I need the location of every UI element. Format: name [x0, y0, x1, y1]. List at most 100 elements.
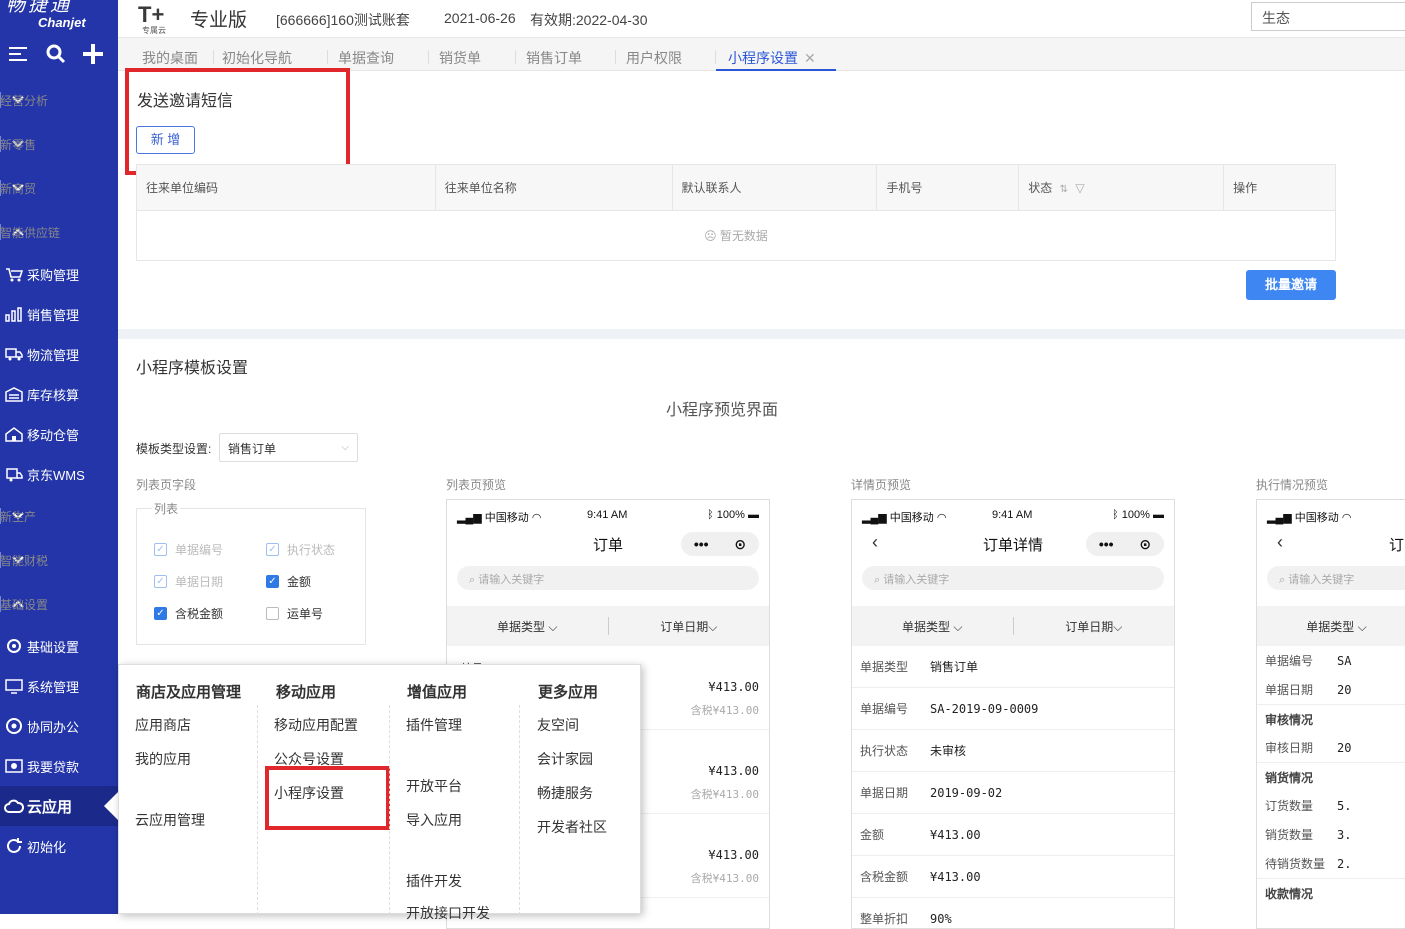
sidebar-item-collab[interactable]: 协同办公: [0, 706, 118, 746]
battery: ᛒ 100% ▬: [1112, 509, 1164, 521]
tab-doc-query[interactable]: 单据查询: [338, 48, 394, 68]
field-doc-no[interactable]: ✓ 单据编号: [154, 541, 223, 558]
sidebar-item-logistics[interactable]: 物流管理: [0, 334, 118, 374]
field-tax-amount[interactable]: ✓ 含税金额: [154, 605, 223, 622]
phone-filters: 单据类型 ⌵ 订单日期⌵: [447, 606, 769, 646]
phone-navbar: ‹ 订单详情 ••• ⊙: [852, 530, 1174, 558]
phone-navbar: 订单 ••• ⊙: [447, 530, 769, 558]
detail-row: 单据编号 SA-2019-09-0009: [852, 688, 1174, 730]
tab-miniprogram[interactable]: 小程序设置 ✕: [716, 48, 836, 71]
add-icon[interactable]: [83, 43, 104, 69]
close-icon[interactable]: ✕: [804, 50, 816, 66]
sidebar-group-production[interactable]: 新生产: [0, 494, 118, 538]
empty-cell: ☹ 暂无数据: [136, 210, 1336, 261]
battery-label: 100%: [1121, 509, 1150, 521]
invite-table: 往来单位编码 往来单位名称 默认联系人 手机号 状态 ⇅ ▽ 操作 ☹ 暂无数据: [136, 164, 1336, 261]
sidebar-item-cloud-app[interactable]: 云应用: [0, 786, 118, 826]
col-status[interactable]: 状态 ⇅ ▽: [1018, 164, 1225, 211]
menu-item-dev-community[interactable]: 开发者社区: [537, 817, 607, 837]
item-tax: 含税¥413.00: [690, 872, 759, 885]
sidebar-group-xinshangmao[interactable]: 新商贸: [0, 166, 118, 210]
list-group-label: 列表: [152, 500, 181, 517]
truck-icon: [0, 346, 27, 362]
tab-bar: 我的桌面 初始化导航 单据查询 销货单 销售订单 用户权限 小程序设置 ✕: [118, 38, 1405, 71]
menu-item-accounting-home[interactable]: 会计家园: [537, 749, 593, 769]
sidebar-item-jdwms[interactable]: 京东WMS: [0, 454, 118, 494]
sidebar-group-label: 新零售: [0, 137, 37, 152]
menu-item-open-api-dev[interactable]: 开放接口开发: [406, 903, 490, 923]
sidebar-group-label: 新商贸: [0, 181, 37, 196]
popup-col-title: 商店及应用管理: [136, 684, 242, 701]
account-label[interactable]: [666666]160测试账套: [276, 10, 410, 30]
menu-icon[interactable]: [8, 46, 29, 67]
wifi-icon: ◠: [1341, 512, 1352, 524]
sort-icon[interactable]: ⇅: [1060, 184, 1068, 195]
sidebar-item-purchase[interactable]: 采购管理: [0, 254, 118, 294]
row-key: 金额: [860, 828, 885, 842]
sidebar-item-label: 物流管理: [27, 347, 80, 363]
divider: [213, 50, 214, 64]
row-key: 单据类型: [860, 660, 909, 674]
header-search-input[interactable]: 生态: [1251, 2, 1405, 31]
field-exec-status[interactable]: ✓ 执行状态: [266, 541, 335, 558]
sidebar-group-xinlingshou[interactable]: 新零售: [0, 122, 118, 166]
menu-item-my-apps[interactable]: 我的应用: [135, 749, 191, 769]
batch-invite-button[interactable]: 批量邀请: [1246, 270, 1336, 300]
sidebar-group-jingying[interactable]: 经营分析: [0, 78, 118, 122]
checkbox[interactable]: ✓: [154, 543, 167, 556]
exec-row: 订货数量 5.: [1257, 791, 1405, 820]
tab-label: 小程序设置: [728, 50, 798, 66]
phone-search-placeholder: 请输入关键字: [883, 574, 950, 586]
checkbox[interactable]: ✓: [154, 575, 167, 588]
sidebar-item-label: 云应用: [27, 798, 73, 816]
exec-group: 审核情况: [1257, 704, 1405, 733]
field-label: 单据日期: [175, 575, 224, 589]
menu-item-mobile-config[interactable]: 移动应用配置: [274, 715, 358, 735]
menu-item-plugin-dev[interactable]: 插件开发: [406, 871, 462, 891]
tab-sales-doc[interactable]: 销货单: [439, 48, 481, 68]
field-amount[interactable]: ✓ 金额: [266, 573, 311, 590]
monitor-icon: [0, 678, 27, 694]
search-icon: ⌕: [1279, 574, 1286, 586]
menu-item-app-store[interactable]: 应用商店: [135, 715, 191, 735]
tab-sales-order[interactable]: 销售订单: [526, 48, 582, 68]
row-value: 2.: [1337, 856, 1352, 871]
field-waybill[interactable]: 运单号: [266, 605, 323, 622]
menu-item-import-app[interactable]: 导入应用: [406, 810, 462, 830]
sidebar-item-base-settings[interactable]: 基础设置: [0, 626, 118, 666]
menu-item-open-platform[interactable]: 开放平台: [406, 776, 462, 796]
sidebar-item-mobile-warehouse[interactable]: 移动仓管: [0, 414, 118, 454]
field-doc-date[interactable]: ✓ 单据日期: [154, 573, 223, 590]
checkbox[interactable]: ✓: [154, 607, 167, 620]
tab-desktop[interactable]: 我的桌面: [142, 48, 198, 68]
menu-item-plugin-mgmt[interactable]: 插件管理: [406, 715, 462, 735]
popup-col-title: 移动应用: [276, 684, 337, 701]
template-type-select[interactable]: 销售订单 ⌵: [219, 433, 358, 462]
exec-row: 单据编号 SA: [1257, 646, 1405, 675]
search-icon[interactable]: [46, 44, 66, 69]
tab-init-nav[interactable]: 初始化导航: [222, 48, 292, 68]
edition-label: 专业版: [190, 10, 248, 31]
sidebar-item-inventory[interactable]: 库存核算: [0, 374, 118, 414]
field-label: 金额: [287, 575, 312, 589]
sidebar-item-init[interactable]: 初始化: [0, 826, 118, 866]
menu-item-chanjet-service[interactable]: 畅捷服务: [537, 783, 593, 803]
menu-item-cloud-app-mgmt[interactable]: 云应用管理: [135, 810, 205, 830]
cloud-app-popup-menu: 商店及应用管理 应用商店 我的应用 云应用管理 移动应用 移动应用配置 公众号设…: [118, 664, 641, 921]
sidebar-item-loan[interactable]: 我要贷款: [0, 746, 118, 786]
carrier-label: 中国移动: [1294, 512, 1339, 524]
checkbox[interactable]: ✓: [266, 543, 279, 556]
row-key: 执行状态: [860, 744, 909, 758]
sidebar-group-base[interactable]: 基础设置: [0, 582, 118, 626]
sidebar-item-sales[interactable]: 销售管理: [0, 294, 118, 334]
sidebar-group-supply[interactable]: 智能供应链: [0, 210, 118, 254]
sidebar-item-system[interactable]: 系统管理: [0, 666, 118, 706]
sidebar-group-tax[interactable]: 智能财税: [0, 538, 118, 582]
filter-icon[interactable]: ▽: [1075, 181, 1084, 195]
phone-title: 订: [1389, 537, 1405, 554]
exec-row: 待销货数量 2.: [1257, 849, 1405, 878]
tab-user-perm[interactable]: 用户权限: [626, 48, 682, 68]
menu-item-friend-space[interactable]: 友空间: [537, 715, 579, 735]
checkbox[interactable]: ✓: [266, 575, 279, 588]
checkbox[interactable]: [266, 607, 279, 620]
